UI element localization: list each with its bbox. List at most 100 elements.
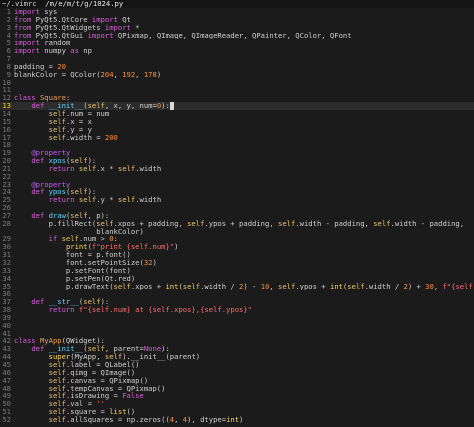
code-line[interactable]: 39 xyxy=(0,314,474,322)
code-line[interactable]: 4 from PyQt5.QtGui import QPixmap, QImage… xyxy=(0,31,474,40)
line-text[interactable]: def draw(self, p): xyxy=(14,212,474,220)
code-line[interactable]: 41 xyxy=(0,329,474,338)
code-line[interactable]: 20 def xpos(self): xyxy=(0,157,474,165)
code-line[interactable]: 46 self.qimg = QImage() xyxy=(0,368,474,377)
code-line[interactable]: 36 xyxy=(0,290,474,298)
code-line[interactable]: 40 xyxy=(0,321,474,330)
code-line[interactable]: 1 import sys xyxy=(0,8,474,16)
line-text[interactable]: blankColor) xyxy=(14,228,474,236)
line-text[interactable]: p.fillRect(self.xpos + padding, self.ypo… xyxy=(14,220,474,228)
code-line[interactable]: 14 self.num = num xyxy=(0,110,474,118)
line-text[interactable]: blankColor = QColor(204, 192, 178) xyxy=(14,71,474,79)
line-text[interactable]: p.drawText(self.xpos + int(self.width / … xyxy=(14,283,474,291)
line-text[interactable] xyxy=(14,290,474,298)
line-text[interactable]: return self.x * self.width xyxy=(14,165,474,173)
code-line[interactable]: 51 self.square = list() xyxy=(0,408,474,416)
code-line[interactable]: 23 @property xyxy=(0,180,474,189)
code-line[interactable]: 9 blankColor = QColor(204, 192, 178) xyxy=(0,70,474,79)
line-text[interactable] xyxy=(14,204,474,212)
line-text[interactable] xyxy=(14,322,474,330)
line-text[interactable] xyxy=(14,314,474,322)
code-line[interactable]: blankColor) xyxy=(0,228,474,236)
code-line[interactable]: 6 import numpy as np xyxy=(0,47,474,55)
code-line[interactable]: 37 def __str__(self): xyxy=(0,298,474,306)
line-text[interactable] xyxy=(14,330,474,338)
line-text[interactable]: self.allSquares = np.zeros((4, 4), dtype… xyxy=(14,416,474,424)
line-text[interactable]: p.setFont(font) xyxy=(14,267,474,275)
code-line[interactable]: 47 self.canvas = QPixmap() xyxy=(0,376,474,385)
line-text[interactable]: self.label = QLabel() xyxy=(14,361,474,369)
vim-editor[interactable]: ~/.vimrc /m/e/m/t/g/1024.py 1 import sys 2… xyxy=(0,0,474,427)
code-line[interactable]: 10 xyxy=(0,78,474,87)
line-text[interactable]: self.isDrawing = False xyxy=(14,392,474,400)
code-line[interactable]: 22 xyxy=(0,172,474,181)
code-line[interactable]: 3 from PyQt5.QtWidgets import * xyxy=(0,23,474,32)
line-text[interactable]: @property xyxy=(14,149,474,157)
code-line[interactable]: 35 p.drawText(self.xpos + int(self.width… xyxy=(0,282,474,291)
code-line[interactable]: 19 @property xyxy=(0,149,474,157)
line-text[interactable]: self.square = list() xyxy=(14,408,474,416)
code-line[interactable]: 18 xyxy=(0,141,474,149)
code-line[interactable]: 25 return self.y * self.width xyxy=(0,196,474,204)
code-line[interactable]: 30 print(f"print {self.num}") xyxy=(0,243,474,251)
line-text[interactable]: self.tempCanvas = QPixmap() xyxy=(14,385,474,393)
code-line[interactable]: 26 xyxy=(0,204,474,212)
line-text[interactable]: self.y = y xyxy=(14,126,474,134)
line-text[interactable]: font = p.font() xyxy=(14,251,474,259)
line-text[interactable]: class MyApp(QWidget): xyxy=(14,337,474,345)
code-line[interactable]: 5 import random xyxy=(0,39,474,47)
code-line[interactable]: 11 xyxy=(0,86,474,94)
code-line[interactable]: 38 return f"{self.num} at {self.xpos},{s… xyxy=(0,306,474,314)
code-line[interactable]: 24 def ypos(self): xyxy=(0,188,474,196)
code-line[interactable]: 31 font = p.font() xyxy=(0,251,474,259)
line-text[interactable]: self.val = '' xyxy=(14,400,474,408)
code-line[interactable]: 44 super(MyApp, self).__init__(parent) xyxy=(0,353,474,361)
code-line[interactable]: 33 p.setFont(font) xyxy=(0,266,474,275)
code-line[interactable]: 45 self.label = QLabel() xyxy=(0,361,474,369)
line-text[interactable]: @property xyxy=(14,181,474,189)
line-text[interactable]: def __init__(self, x, y, num=0): xyxy=(14,102,474,110)
code-line[interactable]: 42 class MyApp(QWidget): xyxy=(0,337,474,345)
line-text[interactable]: from PyQt5.QtGui import QPixmap, QImage,… xyxy=(14,32,474,40)
code-line[interactable]: 34 p.setPen(Qt.red) xyxy=(0,274,474,283)
line-text[interactable]: super(MyApp, self).__init__(parent) xyxy=(14,353,474,361)
line-text[interactable]: return f"{self.num} at {self.xpos},{self… xyxy=(14,306,474,314)
code-line[interactable]: 48 self.tempCanvas = QPixmap() xyxy=(0,384,474,393)
code-line[interactable]: 12 class Square: xyxy=(0,94,474,102)
code-line[interactable]: 43 def __init__(self, parent=None): xyxy=(0,345,474,353)
line-text[interactable]: return self.y * self.width xyxy=(14,196,474,204)
line-text[interactable]: def __str__(self): xyxy=(14,298,474,306)
tabline[interactable]: ~/.vimrc /m/e/m/t/g/1024.py xyxy=(0,0,474,8)
line-text[interactable]: print(f"print {self.num}") xyxy=(14,243,474,251)
line-text[interactable]: import numpy as np xyxy=(14,47,474,55)
code-line[interactable]: 52 self.allSquares = np.zeros((4, 4), dt… xyxy=(0,416,474,424)
line-text[interactable]: def __init__(self, parent=None): xyxy=(14,345,474,353)
code-line[interactable]: 7 xyxy=(0,55,474,63)
code-line[interactable]: 17 self.width = 200 xyxy=(0,133,474,142)
line-text[interactable]: p.setPen(Qt.red) xyxy=(14,275,474,283)
line-text[interactable]: if self.num > 0: xyxy=(14,235,474,243)
line-text[interactable]: self.x = x xyxy=(14,118,474,126)
code-line[interactable]: 15 self.x = x xyxy=(0,117,474,126)
line-text[interactable]: def xpos(self): xyxy=(14,157,474,165)
code-line[interactable]: 21 return self.x * self.width xyxy=(0,165,474,173)
code-line[interactable]: 16 self.y = y xyxy=(0,125,474,134)
line-text[interactable]: import sys xyxy=(14,8,474,16)
code-line[interactable]: 8 padding = 20 xyxy=(0,63,474,71)
code-line[interactable]: 32 font.setPointSize(32) xyxy=(0,259,474,267)
code-line[interactable]: 29 if self.num > 0: xyxy=(0,235,474,243)
line-text[interactable]: import random xyxy=(14,39,474,47)
code-line[interactable]: 49 self.isDrawing = False xyxy=(0,392,474,400)
line-text[interactable]: class Square: xyxy=(14,94,474,102)
line-text[interactable] xyxy=(14,173,474,181)
line-text[interactable]: def ypos(self): xyxy=(14,188,474,196)
line-text[interactable] xyxy=(14,79,474,87)
code-line[interactable]: 27 def draw(self, p): xyxy=(0,212,474,220)
line-text[interactable] xyxy=(14,55,474,63)
file-path-tab[interactable]: /m/e/m/t/g/1024.py xyxy=(45,0,123,8)
code-line[interactable]: 28 p.fillRect(self.xpos + padding, self.… xyxy=(0,219,474,228)
line-text[interactable]: self.width = 200 xyxy=(14,134,474,142)
line-text[interactable] xyxy=(14,141,474,149)
line-text[interactable]: padding = 20 xyxy=(14,63,474,71)
line-text[interactable]: from PyQt5.QtCore import Qt xyxy=(14,16,474,24)
